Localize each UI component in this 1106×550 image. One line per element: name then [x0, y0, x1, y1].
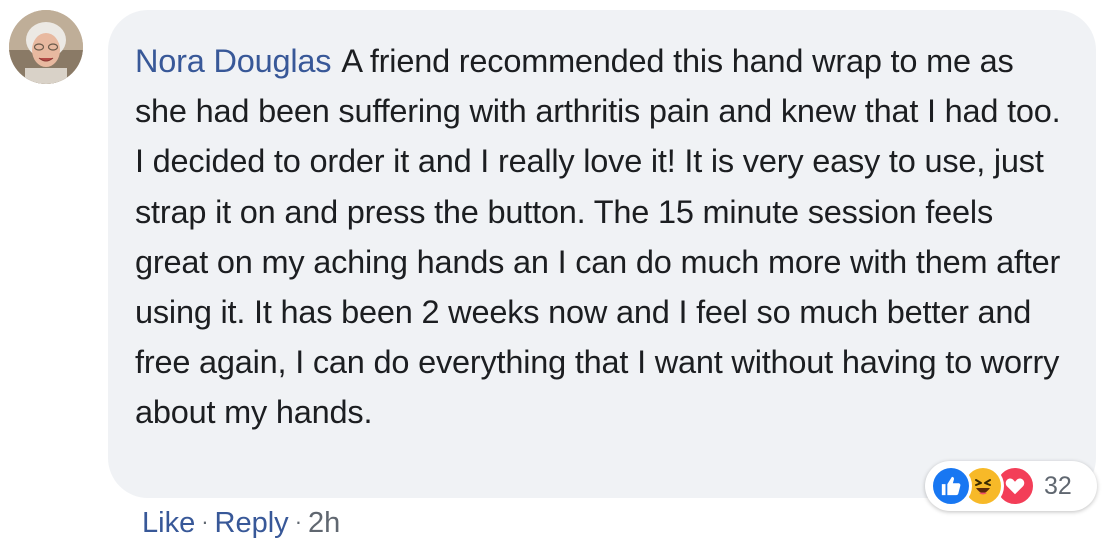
- reply-link[interactable]: Reply: [215, 507, 289, 539]
- comment-actions: Like · Reply · 2h: [142, 505, 340, 543]
- comment-text: A friend recommended this hand wrap to m…: [135, 43, 1061, 431]
- reaction-count: 32: [1044, 471, 1072, 500]
- comment-bubble: Nora Douglas A friend recommended this ha…: [108, 10, 1096, 498]
- timestamp[interactable]: 2h: [308, 507, 340, 539]
- like-link[interactable]: Like: [142, 507, 195, 539]
- separator-dot: ·: [294, 509, 303, 534]
- profile-photo: [9, 10, 83, 84]
- separator-dot: ·: [201, 509, 209, 534]
- author-name-link[interactable]: Nora Douglas: [135, 43, 332, 79]
- comment-body: Nora Douglas A friend recommended this ha…: [135, 36, 1066, 438]
- reactions-summary[interactable]: 32: [925, 461, 1097, 511]
- avatar[interactable]: [9, 10, 83, 84]
- like-icon: [930, 465, 972, 507]
